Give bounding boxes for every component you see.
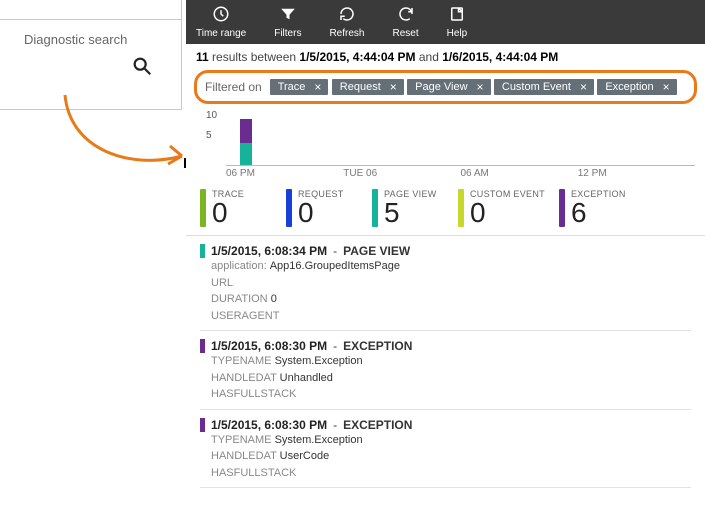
stat-color-bar	[200, 189, 206, 227]
stat-exception[interactable]: EXCEPTION 6	[559, 189, 631, 227]
ytick-5: 5	[206, 130, 212, 141]
ytick-10: 10	[206, 110, 217, 121]
filter-chip[interactable]: Request×	[332, 79, 404, 95]
filter-chip[interactable]: Custom Event×	[494, 79, 594, 95]
remove-chip-icon[interactable]: ×	[577, 81, 590, 93]
time-range-button[interactable]: Time range	[196, 5, 246, 39]
filter-chip[interactable]: Exception×	[597, 79, 676, 95]
result-item[interactable]: 1/5/2015, 6:08:34 PM - PAGE VIEW applica…	[200, 236, 691, 331]
help-icon	[448, 5, 466, 26]
result-item-field: application: App16.GroupedItemsPage	[200, 258, 691, 275]
refresh-button[interactable]: Refresh	[329, 5, 364, 39]
bar-pageview	[240, 143, 252, 165]
item-color-bar	[200, 244, 205, 258]
item-type: EXCEPTION	[343, 418, 412, 432]
main-panel: Time range Filters Refresh Reset Help 11 res…	[186, 0, 705, 517]
remove-chip-icon[interactable]: ×	[660, 81, 673, 93]
result-item-field: USERAGENT	[200, 308, 691, 325]
stat-value: 0	[298, 199, 344, 227]
stat-page-view[interactable]: PAGE VIEW 5	[372, 189, 444, 227]
refresh-icon	[338, 5, 356, 26]
results-start: 1/5/2015, 4:44:04 PM	[299, 50, 415, 64]
filtered-on-label: Filtered on	[205, 80, 262, 94]
results-list: 1/5/2015, 6:08:34 PM - PAGE VIEW applica…	[186, 236, 705, 488]
filters-icon	[279, 5, 297, 26]
stat-value: 6	[571, 199, 626, 227]
remove-chip-icon[interactable]: ×	[474, 81, 487, 93]
stat-color-bar	[458, 189, 464, 227]
result-item-field: TYPENAME System.Exception	[200, 432, 691, 449]
chart-axis	[226, 122, 695, 166]
left-panel-gap	[0, 0, 181, 20]
diagnostic-search-title: Diagnostic search	[0, 20, 181, 51]
stat-color-bar	[559, 189, 565, 227]
item-color-bar	[200, 339, 205, 353]
result-item-field: HANDLEDAT Unhandled	[200, 370, 691, 387]
help-button[interactable]: Help	[447, 5, 468, 39]
toolbar: Time range Filters Refresh Reset Help	[186, 0, 705, 44]
result-item-field: HASFULLSTACK	[200, 386, 691, 403]
reset-button[interactable]: Reset	[392, 5, 418, 39]
stat-custom-event[interactable]: CUSTOM EVENT 0	[458, 189, 545, 227]
left-panel: Diagnostic search	[0, 0, 182, 110]
stat-value: 5	[384, 199, 437, 227]
results-summary: 11 results between 1/5/2015, 4:44:04 PM …	[186, 44, 705, 68]
result-item-field: HASFULLSTACK	[200, 465, 691, 482]
item-type: PAGE VIEW	[343, 244, 410, 258]
bar-exception	[240, 119, 252, 143]
remove-chip-icon[interactable]: ×	[311, 81, 324, 93]
item-timestamp: 1/5/2015, 6:08:30 PM	[211, 339, 327, 353]
result-item[interactable]: 1/5/2015, 6:08:30 PM - EXCEPTION TYPENAM…	[200, 410, 691, 489]
remove-chip-icon[interactable]: ×	[387, 81, 400, 93]
x-ticks: 06 PM TUE 06 06 AM 12 PM	[226, 168, 695, 179]
stat-request[interactable]: REQUEST 0	[286, 189, 358, 227]
filters-button[interactable]: Filters	[274, 5, 301, 39]
filter-chip-row: Filtered on Trace× Request× Page View× C…	[194, 70, 697, 104]
results-end: 1/6/2015, 4:44:04 PM	[442, 50, 558, 64]
stat-color-bar	[286, 189, 292, 227]
stats-row: TRACE 0 REQUEST 0 PAGE VIEW 5 CUSTOM EVE…	[186, 179, 705, 236]
result-item-field: HANDLEDAT UserCode	[200, 448, 691, 465]
item-timestamp: 1/5/2015, 6:08:30 PM	[211, 418, 327, 432]
result-item-field: DURATION 0	[200, 291, 691, 308]
filter-chip[interactable]: Page View×	[407, 79, 490, 95]
result-item-field: URL	[200, 275, 691, 292]
filter-chip[interactable]: Trace×	[270, 79, 329, 95]
stat-value: 0	[470, 199, 545, 227]
stat-value: 0	[212, 199, 244, 227]
item-timestamp: 1/5/2015, 6:08:34 PM	[211, 244, 327, 258]
timeline-chart: 10 5	[208, 112, 695, 166]
results-count: 11	[196, 50, 209, 64]
time-range-icon	[212, 5, 230, 26]
search-icon[interactable]	[0, 51, 181, 80]
stat-color-bar	[372, 189, 378, 227]
result-item[interactable]: 1/5/2015, 6:08:30 PM - EXCEPTION TYPENAM…	[200, 331, 691, 410]
item-type: EXCEPTION	[343, 339, 412, 353]
item-color-bar	[200, 418, 205, 432]
stat-trace[interactable]: TRACE 0	[200, 189, 272, 227]
result-item-field: TYPENAME System.Exception	[200, 353, 691, 370]
reset-icon	[397, 5, 415, 26]
